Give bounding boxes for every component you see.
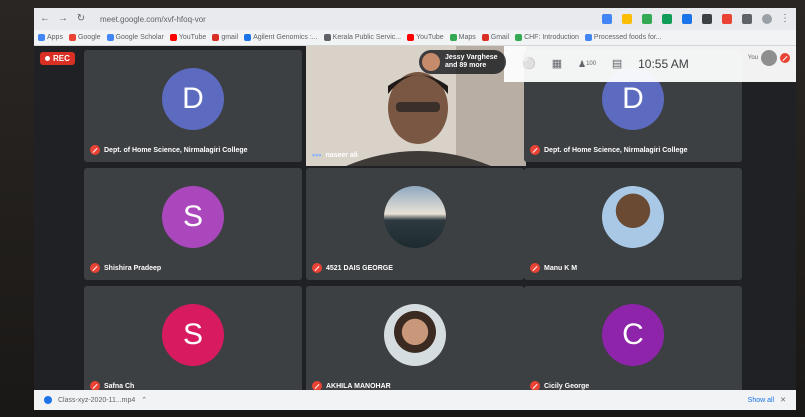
participant-name: naseer ali (325, 151, 358, 159)
address-bar[interactable]: meet.google.com/xvf-hfoq-vor (100, 15, 592, 24)
browser-toolbar: ← → ↻ meet.google.com/xvf-hfoq-vor ⋮ (34, 8, 796, 30)
record-extension-icon[interactable] (722, 14, 732, 24)
laptop-frame: ← → ↻ meet.google.com/xvf-hfoq-vor ⋮ App… (0, 0, 805, 417)
bookmarks-bar: Apps Google Google Scholar YouTube gmail… (34, 30, 796, 46)
avatar (602, 186, 664, 248)
speaker-chip[interactable]: Jessy Varghese and 89 more (419, 50, 506, 74)
participant-tile[interactable]: D Dept. of Home Science, Nirmalagiri Col… (84, 50, 302, 162)
avatar (422, 53, 440, 71)
bookmark-youtube[interactable]: YouTube (169, 34, 206, 41)
file-icon (44, 396, 52, 404)
download-bar: Class-xyz-2020-11...mp4 ⌃ Show all ✕ (34, 390, 796, 410)
meet-grid: REC D Dept. of Home Science, Nirmalagiri… (34, 46, 796, 410)
menu-icon[interactable]: ⋮ (780, 14, 790, 24)
participants-icon[interactable]: ♟100 (578, 58, 596, 70)
mic-off-icon (530, 145, 540, 155)
close-icon[interactable]: ✕ (780, 396, 786, 404)
participant-name: Safna Ch (104, 382, 135, 390)
speaking-indicator-icon: ••• (312, 150, 322, 160)
youtube-icon (169, 34, 177, 41)
avatar: D (162, 68, 224, 130)
bookmark-apps[interactable]: Apps (38, 34, 63, 41)
recording-badge: REC (40, 52, 75, 65)
participant-name: Manu K M (544, 264, 578, 272)
mic-off-icon (312, 263, 322, 273)
screen: ← → ↻ meet.google.com/xvf-hfoq-vor ⋮ App… (34, 8, 796, 410)
mic-off-icon (90, 263, 100, 273)
participant-name: Dept. of Home Science, Nirmalagiri Colle… (544, 146, 688, 154)
mic-off-icon (780, 53, 790, 63)
page-icon (584, 34, 592, 41)
google-icon (68, 34, 76, 41)
youtube-icon (407, 34, 415, 41)
avatar: S (162, 304, 224, 366)
record-dot-icon (45, 56, 50, 61)
participant-tile[interactable]: Manu K M (524, 168, 742, 280)
bookmark-gmail[interactable]: gmail (212, 34, 238, 41)
scholar-icon (106, 34, 114, 41)
participant-tile[interactable]: 4521 DAIS GEORGE (306, 168, 524, 280)
video-extension-icon[interactable] (602, 14, 612, 24)
apps-icon (38, 34, 45, 41)
participant-name: AKHILA MANOHAR (326, 382, 391, 390)
meet-grid-extension-icon[interactable] (682, 14, 692, 24)
participant-name: Dept. of Home Science, Nirmalagiri Colle… (104, 146, 248, 154)
gmail-icon (481, 34, 489, 41)
mic-off-icon (90, 145, 100, 155)
avatar: S (162, 186, 224, 248)
reload-icon[interactable]: ↻ (76, 14, 86, 24)
participant-tile[interactable]: AKHILA MANOHAR (306, 286, 524, 398)
profile-icon[interactable] (762, 14, 772, 24)
show-all-link[interactable]: Show all (748, 397, 774, 404)
participant-name: Cicily George (544, 382, 590, 390)
meeting-clock: 10:55 AM (638, 57, 689, 71)
bookmark-google[interactable]: Google (68, 34, 101, 41)
bookmark-kerala-psc[interactable]: Kerala Public Servic... (323, 34, 401, 41)
participant-name: 4521 DAIS GEORGE (326, 264, 393, 272)
participant-name: Shishira Pradeep (104, 264, 162, 272)
participant-tile[interactable]: S Safna Ch (84, 286, 302, 398)
agilent-icon (244, 34, 252, 41)
avatar (384, 304, 446, 366)
page-icon (515, 34, 523, 41)
avatar: C (602, 304, 664, 366)
layout-icon[interactable]: ▦ (550, 58, 564, 70)
bookmark-youtube-2[interactable]: YouTube (407, 34, 444, 41)
star-icon[interactable] (622, 14, 632, 24)
bookmark-scholar[interactable]: Google Scholar (106, 34, 164, 41)
avatar (761, 50, 777, 66)
puzzle-icon[interactable] (742, 14, 752, 24)
forward-icon[interactable]: → (58, 14, 68, 24)
maps-icon (449, 34, 457, 41)
grid-icon[interactable] (702, 14, 712, 24)
mic-toggle-icon[interactable]: ⚪ (522, 58, 536, 70)
self-view-badge[interactable]: You (748, 50, 790, 66)
participant-tile[interactable]: S Shishira Pradeep (84, 168, 302, 280)
download-item[interactable]: Class-xyz-2020-11...mp4 (58, 397, 135, 404)
bookmark-maps[interactable]: Maps (449, 34, 476, 41)
gmail-icon (212, 34, 220, 41)
page-icon (323, 34, 331, 41)
bookmark-agilent[interactable]: Agilent Genomics :... (244, 34, 318, 41)
participant-tile[interactable]: C Cicily George (524, 286, 742, 398)
back-icon[interactable]: ← (40, 14, 50, 24)
mic-off-icon (530, 263, 540, 273)
chevron-up-icon[interactable]: ⌃ (141, 396, 147, 404)
bookmark-gmail-2[interactable]: Gmail (481, 34, 509, 41)
avatar (384, 186, 446, 248)
checkmark-extension-icon[interactable] (662, 14, 672, 24)
extension-icon[interactable] (642, 14, 652, 24)
chat-icon[interactable]: ▤ (610, 58, 624, 70)
bookmark-processed-foods[interactable]: Processed foods for... (584, 34, 662, 41)
bookmark-chf[interactable]: CHF: Introduction (515, 34, 579, 41)
